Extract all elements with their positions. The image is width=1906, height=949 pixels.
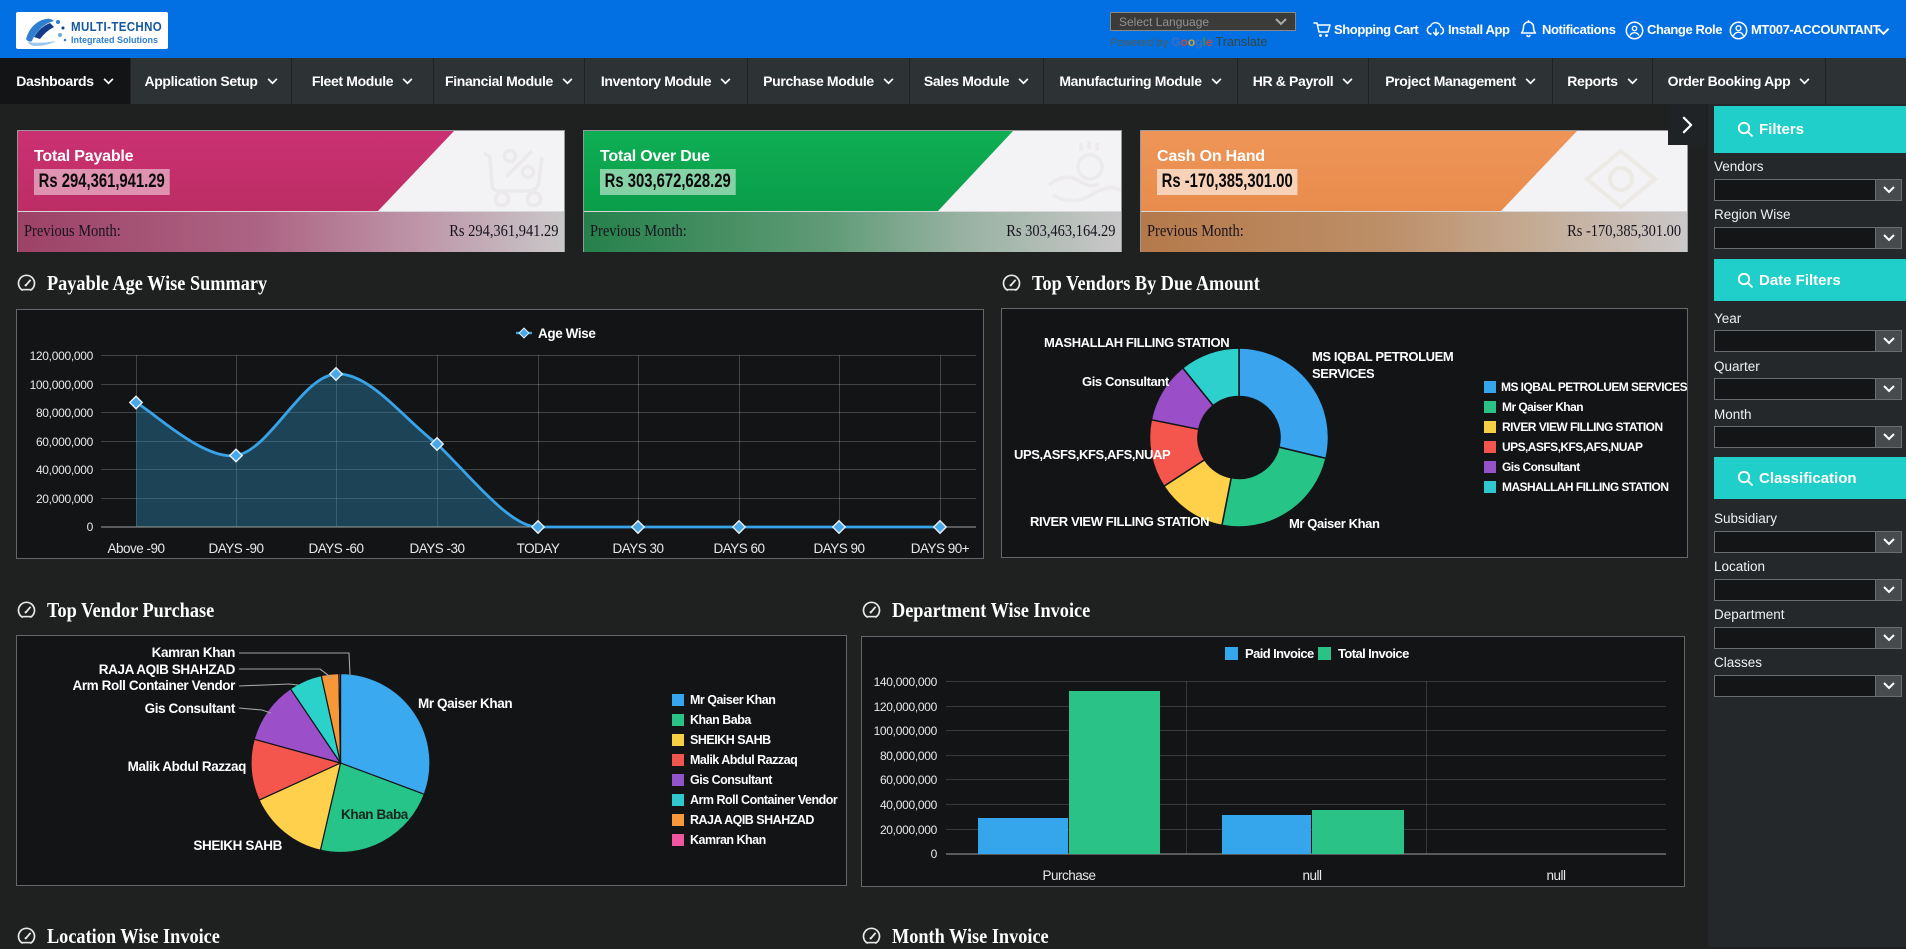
svg-text:Kamran Khan: Kamran Khan (690, 833, 766, 847)
svg-text:Khan Baba: Khan Baba (690, 713, 752, 727)
svg-text:SERVICES: SERVICES (1312, 366, 1375, 381)
svg-text:20,000,000: 20,000,000 (880, 823, 938, 837)
svg-text:140,000,000: 140,000,000 (874, 675, 938, 689)
svg-text:SHEIKH SAHB: SHEIKH SAHB (193, 838, 282, 853)
svg-text:60,000,000: 60,000,000 (880, 773, 938, 787)
svg-text:Mr Qaiser Khan: Mr Qaiser Khan (690, 693, 775, 707)
svg-text:MS IQBAL PETROLUEM SERVICES: MS IQBAL PETROLUEM SERVICES (1501, 380, 1687, 394)
svg-text:UPS,ASFS,KFS,AFS,NUAP: UPS,ASFS,KFS,AFS,NUAP (1014, 447, 1171, 462)
svg-text:Gis Consultant: Gis Consultant (1082, 374, 1170, 389)
svg-text:DAYS 90+: DAYS 90+ (911, 541, 970, 556)
svg-text:80,000,000: 80,000,000 (880, 749, 938, 763)
svg-text:Arm Roll Container Vendor: Arm Roll Container Vendor (690, 793, 838, 807)
svg-text:MASHALLAH FILLING STATION: MASHALLAH FILLING STATION (1502, 480, 1668, 494)
svg-text:Mr Qaiser Khan: Mr Qaiser Khan (1502, 400, 1583, 414)
svg-text:DAYS 30: DAYS 30 (612, 541, 663, 556)
svg-text:Above -90: Above -90 (107, 541, 164, 556)
svg-text:20,000,000: 20,000,000 (36, 492, 94, 506)
svg-text:Total Invoice: Total Invoice (1338, 646, 1409, 661)
svg-text:Gis Consultant: Gis Consultant (145, 701, 236, 716)
svg-text:UPS,ASFS,KFS,AFS,NUAP: UPS,ASFS,KFS,AFS,NUAP (1502, 440, 1643, 454)
svg-text:DAYS 90: DAYS 90 (813, 541, 864, 556)
svg-text:40,000,000: 40,000,000 (880, 798, 938, 812)
svg-text:Mr Qaiser Khan: Mr Qaiser Khan (418, 696, 512, 711)
svg-text:Malik Abdul Razzaq: Malik Abdul Razzaq (690, 753, 797, 767)
svg-text:null: null (1302, 868, 1322, 883)
svg-text:DAYS -90: DAYS -90 (208, 541, 263, 556)
svg-text:MASHALLAH FILLING STATION: MASHALLAH FILLING STATION (1044, 335, 1229, 350)
svg-text:TODAY: TODAY (517, 541, 560, 556)
svg-text:Khan Baba: Khan Baba (341, 807, 409, 822)
svg-text:MS IQBAL PETROLUEM: MS IQBAL PETROLUEM (1312, 349, 1453, 364)
svg-text:Gis Consultant: Gis Consultant (690, 773, 773, 787)
svg-text:Malik Abdul Razzaq: Malik Abdul Razzaq (128, 759, 246, 774)
svg-text:RAJA AQIB SHAHZAD: RAJA AQIB SHAHZAD (690, 813, 814, 827)
svg-text:60,000,000: 60,000,000 (36, 435, 94, 449)
svg-text:120,000,000: 120,000,000 (874, 700, 938, 714)
svg-text:0: 0 (87, 520, 94, 534)
svg-text:Mr Qaiser Khan: Mr Qaiser Khan (1289, 516, 1380, 531)
svg-text:Kamran Khan: Kamran Khan (152, 645, 236, 660)
svg-text:null: null (1546, 868, 1566, 883)
svg-text:RIVER VIEW FILLING STATION: RIVER VIEW FILLING STATION (1030, 514, 1209, 529)
svg-text:RAJA AQIB SHAHZAD: RAJA AQIB SHAHZAD (99, 662, 236, 677)
svg-text:DAYS 60: DAYS 60 (713, 541, 764, 556)
svg-text:120,000,000: 120,000,000 (30, 349, 94, 363)
svg-text:Purchase: Purchase (1042, 868, 1095, 883)
svg-text:Age Wise: Age Wise (538, 326, 596, 341)
svg-text:Gis Consultant: Gis Consultant (1502, 460, 1580, 474)
svg-text:100,000,000: 100,000,000 (874, 724, 938, 738)
svg-text:80,000,000: 80,000,000 (36, 406, 94, 420)
svg-text:100,000,000: 100,000,000 (30, 378, 94, 392)
svg-text:Paid Invoice: Paid Invoice (1245, 646, 1314, 661)
svg-text:0: 0 (931, 847, 938, 861)
svg-text:Arm Roll Container Vendor: Arm Roll Container Vendor (72, 678, 236, 693)
svg-text:40,000,000: 40,000,000 (36, 463, 94, 477)
svg-text:RIVER VIEW FILLING STATION: RIVER VIEW FILLING STATION (1502, 420, 1663, 434)
svg-text:SHEIKH SAHB: SHEIKH SAHB (690, 733, 771, 747)
svg-text:DAYS -30: DAYS -30 (409, 541, 464, 556)
svg-text:DAYS -60: DAYS -60 (308, 541, 363, 556)
